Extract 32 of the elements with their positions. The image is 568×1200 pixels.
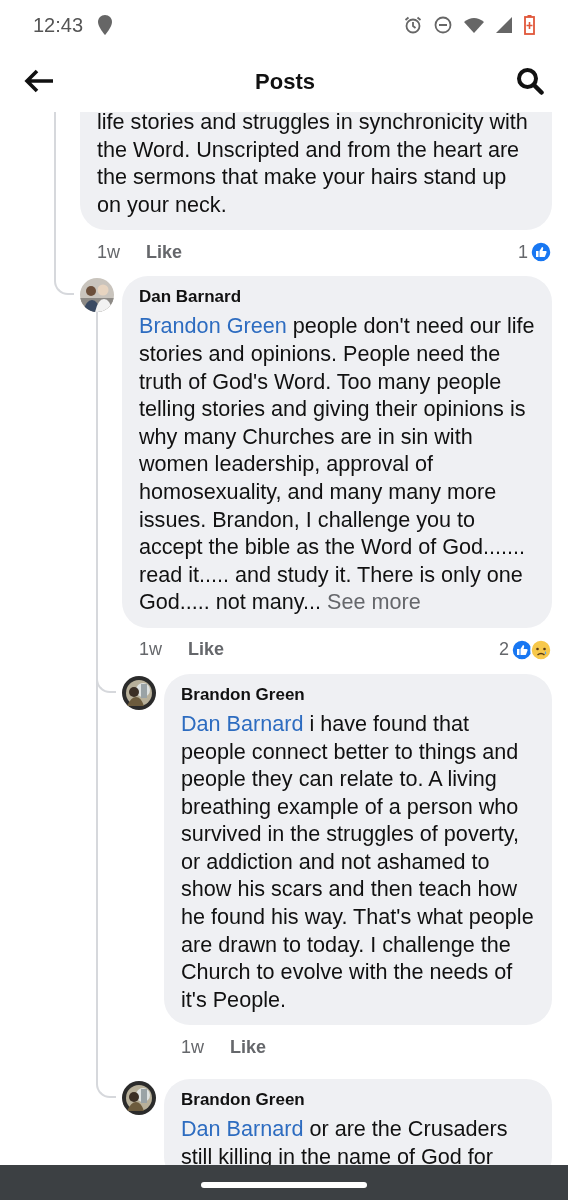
author-name[interactable]: Brandon Green: [181, 683, 535, 706]
mention-link[interactable]: Dan Barnard: [181, 710, 304, 736]
do-not-disturb-icon: [434, 16, 452, 34]
signal-icon: [496, 17, 512, 33]
like-reaction-icon: [511, 638, 533, 661]
sad-reaction-icon: [530, 638, 552, 661]
comment-time: 1w: [139, 638, 162, 662]
home-indicator[interactable]: [201, 1181, 367, 1188]
status-time: 12:43: [33, 13, 84, 38]
mention-link[interactable]: Brandon Green: [139, 313, 287, 339]
comment-text: Dan Barnard i have found that people connect better to things and people they can relate to. A living breathing example of a person who survived in the struggles of poverty, or addiction and not ashamed to show his scars and then teach how he found his way. That's what people are drawn to today. I challenge the Church to evolve with the needs of it's People.: [181, 709, 535, 1014]
search-icon[interactable]: [516, 67, 544, 95]
back-arrow-icon[interactable]: [24, 69, 54, 93]
comment-text: Brandon Green people don't need our life stories and opinions. People need the truth of God's Word. Too many people telling stories and giving their opinions is why many Churches are in sin with women leadership, approval of homosexuality, and many many more issues. Brandon, I challenge you to accept the bible as the Word of God....... read it..... and study it. There is only one God..... not many... See more: [139, 312, 535, 616]
comment-time: 1w: [97, 240, 120, 264]
like-link[interactable]: Like: [188, 636, 225, 664]
page-title: Posts: [255, 67, 315, 96]
reaction-count: 2: [499, 638, 509, 662]
wifi-icon: [464, 17, 484, 33]
author-name[interactable]: Dan Barnard: [139, 286, 535, 309]
comment-text: life stories and struggles in synchronicity with the Word. Unscripted and from the heart are the sermons that make your hairs stand up on your neck.: [97, 108, 529, 219]
battery-icon: [524, 15, 535, 35]
like-link[interactable]: Like: [146, 238, 183, 266]
like-link[interactable]: Like: [230, 1033, 267, 1061]
mention-link[interactable]: Dan Barnard: [181, 1116, 304, 1142]
reaction-count: 1: [518, 240, 528, 264]
comment-time: 1w: [181, 1035, 204, 1059]
alarm-icon: [404, 16, 422, 34]
see-more-link[interactable]: See more: [327, 589, 421, 615]
location-icon: [98, 15, 113, 35]
like-reaction-icon: [530, 241, 552, 264]
author-name[interactable]: Brandon Green: [181, 1089, 535, 1112]
